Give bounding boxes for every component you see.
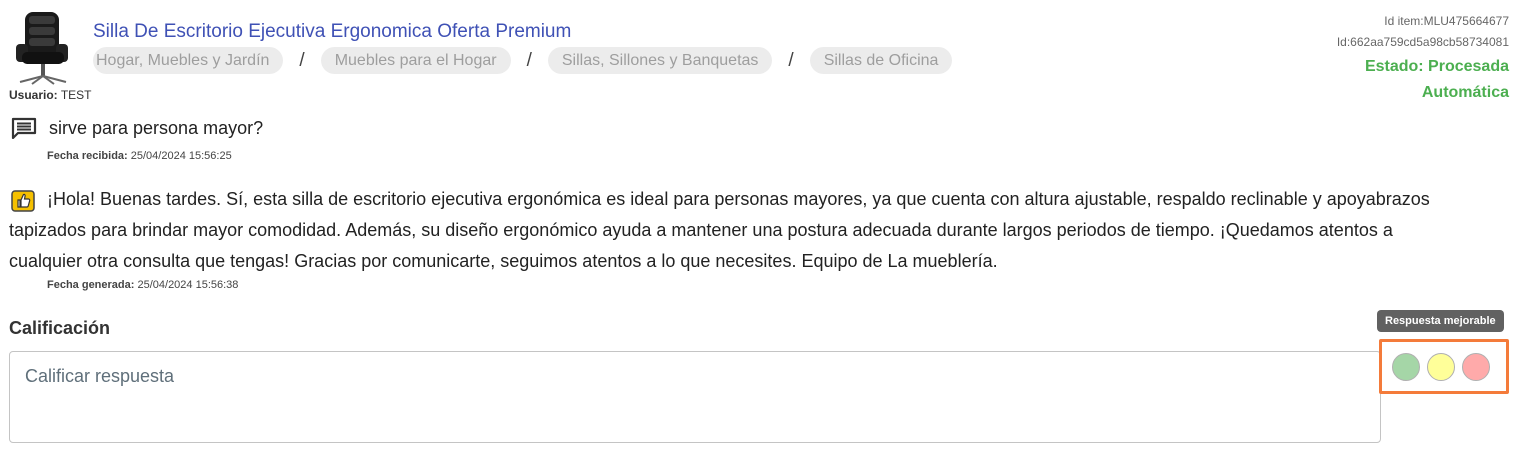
breadcrumb-item[interactable]: Sillas, Sillones y Banquetas [547,47,773,74]
breadcrumb-separator: / [526,49,532,71]
status-line-2: Automática [1421,84,1509,101]
rating-options [1379,339,1509,394]
item-ids: Id item:MLU475664677 Id:662aa759cd5a98cb… [1337,11,1509,53]
thumbs-up-icon [11,190,35,212]
breadcrumb-separator: / [788,49,794,71]
product-thumbnail [10,10,80,86]
user-label: Usuario: [9,88,58,102]
user-line: Usuario: TEST [9,88,91,102]
question-text: sirve para persona mayor? [49,118,264,138]
record-id: Id:662aa759cd5a98cb58734081 [1336,35,1509,49]
rating-input[interactable] [9,351,1381,443]
breadcrumb-item[interactable]: Muebles para el Hogar [320,47,511,74]
status-badge: Estado: Procesada Automática [1365,54,1509,106]
rating-neutral-button[interactable] [1427,353,1455,381]
rating-bad-button[interactable] [1462,353,1490,381]
answer-date-value: 25/04/2024 15:56:38 [137,279,239,291]
question-date-value: 25/04/2024 15:56:25 [130,150,232,162]
item-id: Id item:MLU475664677 [1384,14,1509,28]
question-date-label: Fecha recibida: [47,150,128,162]
user-value: TEST [60,88,92,102]
answer-date-label: Fecha generada: [47,279,135,291]
rating-tooltip: Respuesta mejorable [1377,310,1504,332]
breadcrumb: Hogar, Muebles y Jardín / Muebles para e… [93,47,953,74]
rating-good-button[interactable] [1392,353,1420,381]
product-title[interactable]: Silla De Escritorio Ejecutiva Ergonomica… [93,21,571,43]
breadcrumb-separator: / [299,49,305,71]
breadcrumb-item[interactable]: Sillas de Oficina [809,47,953,74]
rating-title: Calificación [9,318,111,338]
office-chair-image [16,12,68,85]
question-date: Fecha recibida: 25/04/2024 15:56:25 [47,150,232,162]
status-line-1: Estado: Procesada [1364,58,1509,75]
message-icon [11,117,37,140]
breadcrumb-item[interactable]: Hogar, Muebles y Jardín [93,47,284,74]
answer-text: ¡Hola! Buenas tardes. Sí, esta silla de … [9,189,1430,271]
answer-date: Fecha generada: 25/04/2024 15:56:38 [47,279,238,291]
